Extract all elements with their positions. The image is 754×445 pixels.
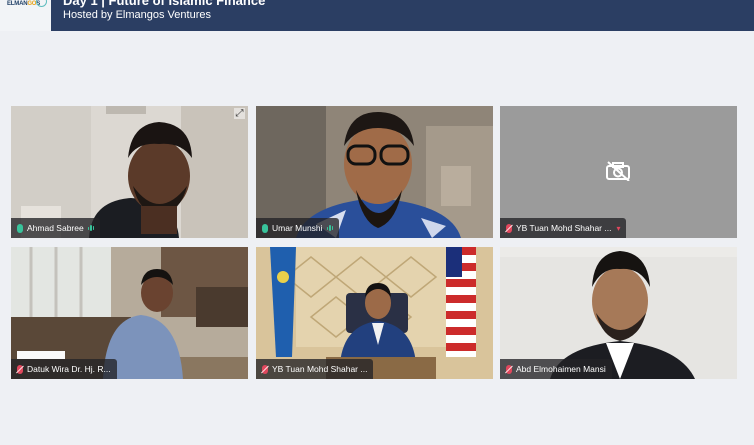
microphone-icon [17,223,23,233]
participant-tile-2[interactable]: Umar Munshi [256,106,493,238]
camera-off-icon [606,161,630,181]
logo-mark-icon [36,0,47,7]
participant-name: Ahmad Sabree [27,223,84,233]
participant-name: Abd Elmohaimen Mansi [516,364,606,374]
participant-name: Datuk Wira Dr. Hj. R... [27,364,111,374]
participant-tile-6[interactable]: Abd Elmohaimen Mansi [500,247,737,379]
audio-level-icon [87,225,95,231]
microphone-muted-icon [506,364,512,374]
meeting-title: Day 1 | Future of Islamic Finance [63,0,266,8]
participant-name-tag: YB Tuan Mohd Shahar ... ▾ [500,218,627,238]
microphone-muted-icon [506,223,512,233]
participant-tile-5[interactable]: YB Tuan Mohd Shahar ... [256,247,493,379]
participant-name: Umar Munshi [272,223,323,233]
expand-icon[interactable]: ⤢ [234,108,245,119]
participant-name: YB Tuan Mohd Shahar ... [272,364,368,374]
audio-level-icon [326,225,334,231]
meeting-host: Hosted by Elmangos Ventures [63,9,211,21]
participant-name-tag: Ahmad Sabree [11,218,101,238]
microphone-muted-icon [17,364,23,374]
muted-indicator-icon: ▾ [616,223,621,233]
microphone-muted-icon [262,364,268,374]
participant-name-tag: Umar Munshi [256,218,340,238]
participant-tile-4[interactable]: Datuk Wira Dr. Hj. R... [11,247,248,379]
participant-tile-3[interactable]: YB Tuan Mohd Shahar ... ▾ [500,106,737,238]
microphone-icon [262,223,268,233]
participant-name-tag: Datuk Wira Dr. Hj. R... [11,359,117,379]
brand-logo: ELMANGOS [0,0,51,31]
participant-name-tag: YB Tuan Mohd Shahar ... [256,359,374,379]
participant-name: YB Tuan Mohd Shahar ... [516,223,612,233]
participant-name-tag: Abd Elmohaimen Mansi [500,359,612,379]
meeting-header: ELMANGOS Day 1 | Future of Islamic Finan… [0,0,754,31]
participant-tile-1[interactable]: ⤢ Ahmad Sabree [11,106,248,238]
